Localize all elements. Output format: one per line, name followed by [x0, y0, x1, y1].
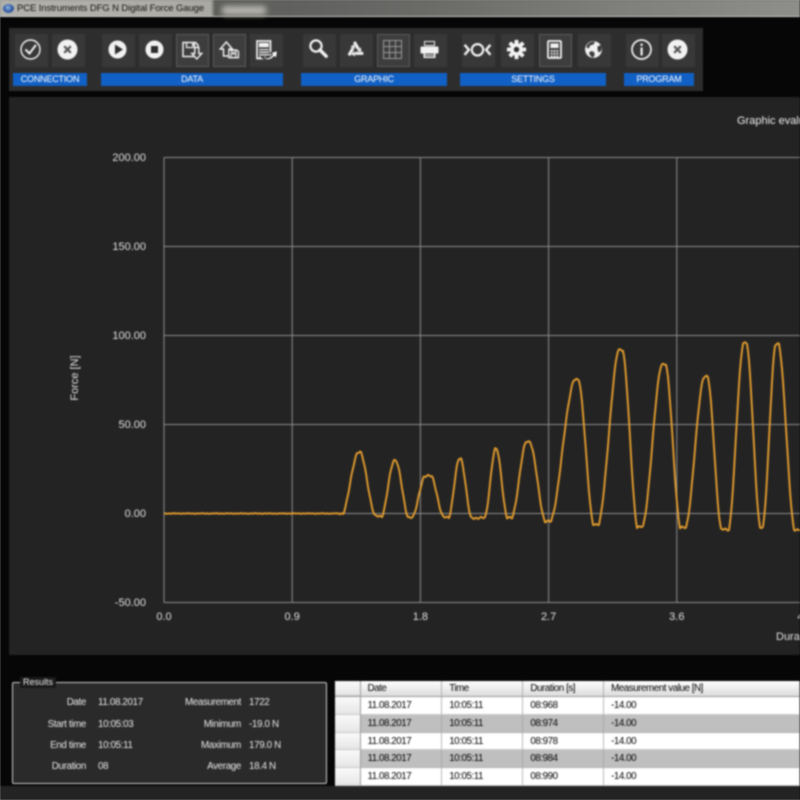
svg-text:0.9: 0.9: [285, 611, 300, 623]
svg-text:Duration [s]: Duration [s]: [776, 631, 800, 643]
svg-text:3.6: 3.6: [669, 611, 684, 623]
svg-text:Force [N]: Force [N]: [69, 355, 81, 400]
svg-text:200.00: 200.00: [112, 152, 146, 164]
svg-text:100.00: 100.00: [112, 330, 146, 342]
svg-text:50.00: 50.00: [118, 419, 146, 431]
svg-text:0.0: 0.0: [156, 611, 171, 623]
svg-text:150.00: 150.00: [112, 241, 146, 253]
svg-text:2.7: 2.7: [541, 611, 556, 623]
svg-text:0.00: 0.00: [125, 508, 146, 520]
svg-text:-50.00: -50.00: [115, 597, 146, 609]
svg-text:1.8: 1.8: [413, 611, 428, 623]
